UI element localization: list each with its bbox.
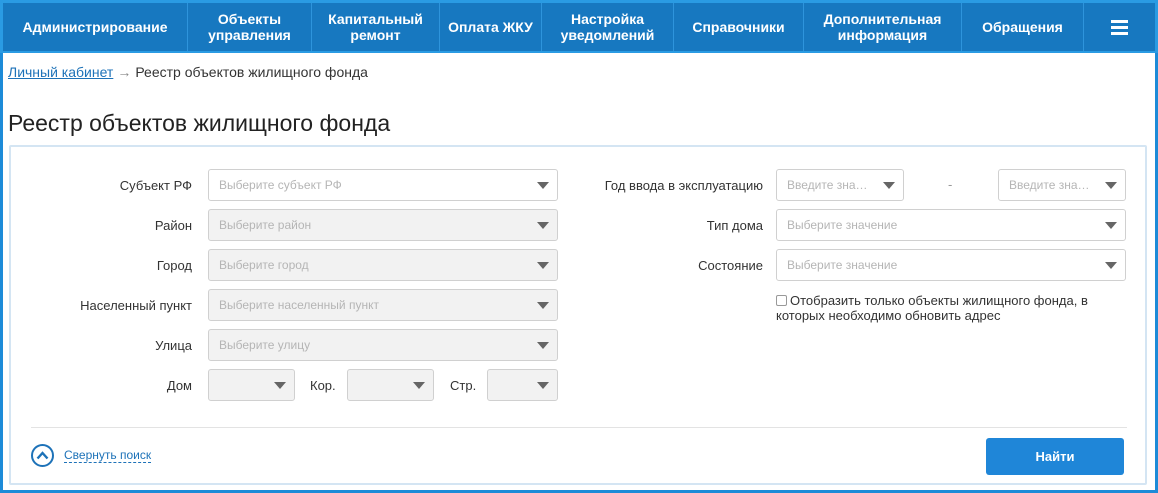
- settlement-select[interactable]: Выберите населенный пункт: [208, 289, 558, 321]
- only-update-address-option: Отобразить только объекты жилищного фонд…: [776, 293, 1126, 323]
- breadcrumb-link-cabinet[interactable]: Личный кабинет: [8, 64, 113, 80]
- subject-placeholder: Выберите субъект РФ: [219, 178, 342, 192]
- street-label: Улица: [155, 338, 192, 353]
- nav-housing-payment[interactable]: Оплата ЖКУ: [440, 3, 542, 51]
- house-type-select[interactable]: Выберите значение: [776, 209, 1126, 241]
- settlement-placeholder: Выберите населенный пункт: [219, 298, 379, 312]
- nav-notification-settings[interactable]: Настройка уведомлений: [542, 3, 674, 51]
- nav-label: Объекты управления: [208, 11, 291, 43]
- collapse-search-toggle[interactable]: Свернуть поиск: [31, 444, 152, 467]
- chevron-down-icon: [274, 382, 286, 389]
- collapse-search-label[interactable]: Свернуть поиск: [64, 448, 152, 463]
- year-label: Год ввода в эксплуатацию: [604, 178, 763, 193]
- search-panel: Субъект РФ Выберите субъект РФ Район Выб…: [9, 145, 1147, 485]
- chevron-down-icon: [1105, 182, 1117, 189]
- city-select[interactable]: Выберите город: [208, 249, 558, 281]
- page-title: Реестр объектов жилищного фонда: [8, 110, 391, 136]
- top-navigation: Администрирование Объекты управления Кап…: [0, 0, 1158, 53]
- house-type-label: Тип дома: [706, 218, 763, 233]
- state-select[interactable]: Выберите значение: [776, 249, 1126, 281]
- house-label: Дом: [166, 378, 192, 393]
- chevron-down-icon: [537, 342, 549, 349]
- street-placeholder: Выберите улицу: [219, 338, 311, 352]
- chevron-down-icon: [537, 182, 549, 189]
- year-to-select[interactable]: Введите зна…: [998, 169, 1126, 201]
- street-select[interactable]: Выберите улицу: [208, 329, 558, 361]
- district-select[interactable]: Выберите район: [208, 209, 558, 241]
- building-select[interactable]: [347, 369, 434, 401]
- find-button[interactable]: Найти: [986, 438, 1124, 475]
- breadcrumb-separator: →: [117, 64, 132, 80]
- nav-label: Капитальный ремонт: [328, 11, 423, 43]
- year-from-select[interactable]: Введите зна…: [776, 169, 904, 201]
- subject-select[interactable]: Выберите субъект РФ: [208, 169, 558, 201]
- chevron-down-icon: [537, 262, 549, 269]
- breadcrumb: Личный кабинет → Реестр объектов жилищного…: [8, 64, 368, 80]
- chevron-down-icon: [537, 222, 549, 229]
- city-label: Город: [156, 258, 192, 273]
- only-update-address-label[interactable]: Отобразить только объекты жилищного фонд…: [776, 293, 1088, 323]
- only-update-address-checkbox[interactable]: [776, 295, 787, 306]
- divider: [31, 427, 1127, 428]
- house-type-placeholder: Выберите значение: [787, 218, 898, 232]
- nav-capital-repair[interactable]: Капитальный ремонт: [312, 3, 440, 51]
- chevron-down-icon: [883, 182, 895, 189]
- nav-management-objects[interactable]: Объекты управления: [188, 3, 312, 51]
- subject-label: Субъект РФ: [119, 178, 192, 193]
- structure-label: Стр.: [450, 378, 477, 393]
- city-placeholder: Выберите город: [219, 258, 309, 272]
- nav-label: Дополнительная информация: [823, 11, 942, 43]
- nav-label: Обращения: [982, 19, 1063, 35]
- nav-menu-button[interactable]: [1084, 3, 1155, 51]
- nav-administration[interactable]: Администрирование: [3, 3, 188, 51]
- settlement-label: Населенный пункт: [80, 298, 192, 313]
- state-label: Состояние: [698, 258, 763, 273]
- nav-appeals[interactable]: Обращения: [962, 3, 1084, 51]
- nav-additional-info[interactable]: Дополнительная информация: [804, 3, 962, 51]
- chevron-up-icon: [31, 444, 54, 467]
- nav-label: Справочники: [692, 19, 785, 35]
- nav-label: Настройка уведомлений: [560, 11, 655, 43]
- chevron-down-icon: [413, 382, 425, 389]
- year-range-separator: -: [948, 177, 953, 192]
- chevron-down-icon: [537, 382, 549, 389]
- breadcrumb-current: Реестр объектов жилищного фонда: [135, 64, 368, 80]
- building-label: Кор.: [310, 378, 336, 393]
- district-placeholder: Выберите район: [219, 218, 312, 232]
- structure-select[interactable]: [487, 369, 558, 401]
- year-to-placeholder: Введите зна…: [1009, 178, 1090, 192]
- chevron-down-icon: [1105, 222, 1117, 229]
- nav-reference-books[interactable]: Справочники: [674, 3, 804, 51]
- house-select[interactable]: [208, 369, 295, 401]
- chevron-down-icon: [537, 302, 549, 309]
- district-label: Район: [154, 218, 192, 233]
- chevron-down-icon: [1105, 262, 1117, 269]
- state-placeholder: Выберите значение: [787, 258, 898, 272]
- hamburger-icon: [1111, 19, 1128, 35]
- year-from-placeholder: Введите зна…: [787, 178, 868, 192]
- nav-label: Оплата ЖКУ: [448, 19, 533, 35]
- nav-label: Администрирование: [22, 19, 168, 35]
